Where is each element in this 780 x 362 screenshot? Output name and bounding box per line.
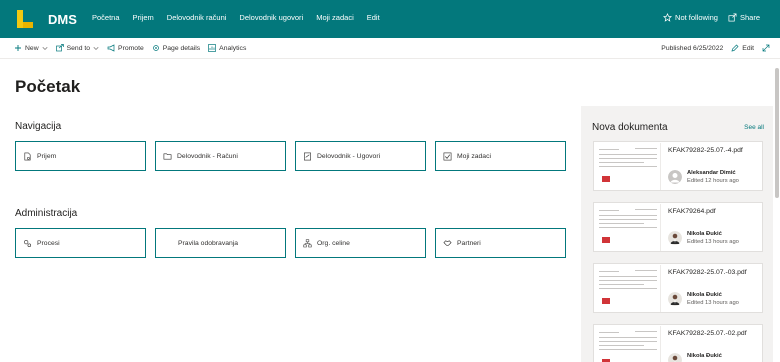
edit-button[interactable]: Edit: [731, 44, 754, 52]
quick-link-moji-zadaci[interactable]: Moji zadaci: [435, 141, 566, 171]
nav-edit-link[interactable]: Edit: [367, 13, 380, 22]
edit-label: Edit: [742, 44, 754, 52]
scrollbar-thumb[interactable]: [775, 68, 779, 198]
document-card[interactable]: KFAK79282-25.07.-03.pdf Nikola Đukić Edi…: [593, 263, 763, 313]
quick-link-label: Moji zadaci: [457, 152, 491, 160]
administracija-heading: Administracija: [15, 208, 78, 219]
send-to-label: Send to: [66, 44, 91, 52]
document-edited: Edited 13 hours ago: [687, 300, 739, 306]
share-icon: [728, 13, 737, 22]
chevron-down-icon: [93, 47, 99, 50]
document-card[interactable]: KFAK79264.pdf Nikola Đukić Edited 13 hou…: [593, 202, 763, 252]
quick-link-prijem[interactable]: Prijem: [15, 141, 146, 171]
quick-link-label: Org. celine: [317, 239, 350, 247]
analytics-icon: [208, 44, 217, 52]
document-card[interactable]: KFAK79282-25.07.-4.pdf Aleksandar Dimić …: [593, 141, 763, 191]
quick-link-delovodnik-ugovori[interactable]: Delovodnik - Ugovori: [295, 141, 426, 171]
command-bar: New Send to Promote Page details Analyti…: [0, 38, 780, 59]
quick-link-label: Procesi: [37, 239, 60, 247]
share-button[interactable]: Share: [728, 13, 760, 22]
pdf-stamp-icon: [602, 176, 610, 182]
document-edited: Edited 12 hours ago: [687, 178, 739, 184]
document-name[interactable]: KFAK79282-25.07.-02.pdf: [668, 330, 747, 337]
promote-label: Promote: [118, 44, 144, 52]
handshake-icon: [443, 239, 452, 246]
page-details-label: Page details: [162, 44, 201, 52]
top-navigation: Početna Prijem Delovodnik računi Delovod…: [92, 13, 393, 22]
pdf-stamp-icon: [602, 237, 610, 243]
document-author: Nikola Đukić: [687, 353, 722, 359]
nav-item-pocetna[interactable]: Početna: [92, 13, 120, 22]
new-label: New: [25, 44, 39, 52]
folder-icon: [163, 152, 172, 160]
gears-icon: [24, 239, 32, 247]
avatar: [668, 353, 682, 362]
avatar: [668, 231, 682, 245]
analytics-label: Analytics: [219, 44, 247, 52]
document-name[interactable]: KFAK79282-25.07.-4.pdf: [668, 147, 743, 154]
quick-link-procesi[interactable]: Procesi: [15, 228, 146, 258]
analytics-button[interactable]: Analytics: [208, 44, 246, 52]
nav-item-moji-zadaci[interactable]: Moji zadaci: [316, 13, 354, 22]
send-to-button[interactable]: Send to: [55, 44, 99, 52]
navigacija-heading: Navigacija: [15, 121, 62, 132]
avatar: [668, 292, 682, 306]
document-thumbnail: [595, 326, 661, 362]
promote-button[interactable]: Promote: [107, 44, 144, 52]
org-chart-icon: [303, 238, 312, 247]
document-thumbnail: [595, 265, 661, 312]
quick-link-label: Delovodnik - Računi: [177, 152, 238, 160]
document-thumbnail: [595, 143, 661, 190]
quick-link-label: Delovodnik - Ugovori: [317, 152, 381, 160]
star-icon: [663, 13, 673, 22]
quick-link-partneri[interactable]: Partneri: [435, 228, 566, 258]
document-icon: [24, 152, 31, 160]
plus-icon: [15, 45, 21, 51]
nav-item-delovodnik-racuni[interactable]: Delovodnik računi: [167, 13, 227, 22]
megaphone-icon: [107, 44, 115, 52]
nav-item-prijem[interactable]: Prijem: [133, 13, 154, 22]
expand-icon[interactable]: [762, 44, 770, 52]
document-author: Nikola Đukić: [687, 231, 722, 237]
quick-link-delovodnik-racuni[interactable]: Delovodnik - Računi: [155, 141, 286, 171]
page-details-button[interactable]: Page details: [152, 44, 200, 52]
quick-link-org-celine[interactable]: Org. celine: [295, 228, 426, 258]
gear-icon: [152, 45, 159, 51]
follow-button[interactable]: Not following: [663, 13, 718, 22]
page-title: Početak: [15, 77, 81, 96]
page-scrollbar[interactable]: [774, 60, 780, 362]
pencil-icon: [731, 44, 739, 52]
document-author: Nikola Đukić: [687, 292, 722, 298]
new-button[interactable]: New: [14, 44, 48, 52]
document-author: Aleksandar Dimić: [687, 170, 736, 176]
follow-label: Not following: [675, 13, 718, 22]
document-edited: Edited 13 hours ago: [687, 239, 739, 245]
share-label: Share: [739, 13, 760, 22]
document-card[interactable]: KFAK79282-25.07.-02.pdf Nikola Đukić: [593, 324, 763, 362]
quick-link-label: Partneri: [457, 239, 481, 247]
document-name[interactable]: KFAK79264.pdf: [668, 208, 716, 215]
signed-document-icon: [304, 152, 311, 160]
chevron-down-icon: [42, 47, 48, 50]
document-thumbnail: [595, 204, 661, 251]
send-icon: [55, 44, 64, 52]
document-name[interactable]: KFAK79282-25.07.-03.pdf: [668, 269, 747, 276]
published-status: Published 6/25/2022: [661, 44, 724, 52]
recent-documents-heading: Nova dokumenta: [592, 122, 668, 133]
nav-item-delovodnik-ugovori[interactable]: Delovodnik ugovori: [239, 13, 303, 22]
avatar: [668, 170, 682, 184]
suite-header: DMS Početna Prijem Delovodnik računi Del…: [0, 0, 780, 38]
quick-link-pravila-odobravanja[interactable]: Pravila odobravanja: [155, 228, 286, 258]
see-all-link[interactable]: See all: [744, 124, 764, 131]
quick-link-label: Pravila odobravanja: [178, 239, 239, 247]
checkbox-icon: [443, 152, 452, 160]
quick-link-label: Prijem: [37, 152, 57, 160]
pdf-stamp-icon: [602, 298, 610, 304]
sharepoint-logo-icon[interactable]: [14, 8, 36, 30]
recent-documents-panel: Nova dokumenta See all KFAK79282-25.07.-…: [581, 106, 773, 362]
site-title[interactable]: DMS: [48, 12, 77, 27]
